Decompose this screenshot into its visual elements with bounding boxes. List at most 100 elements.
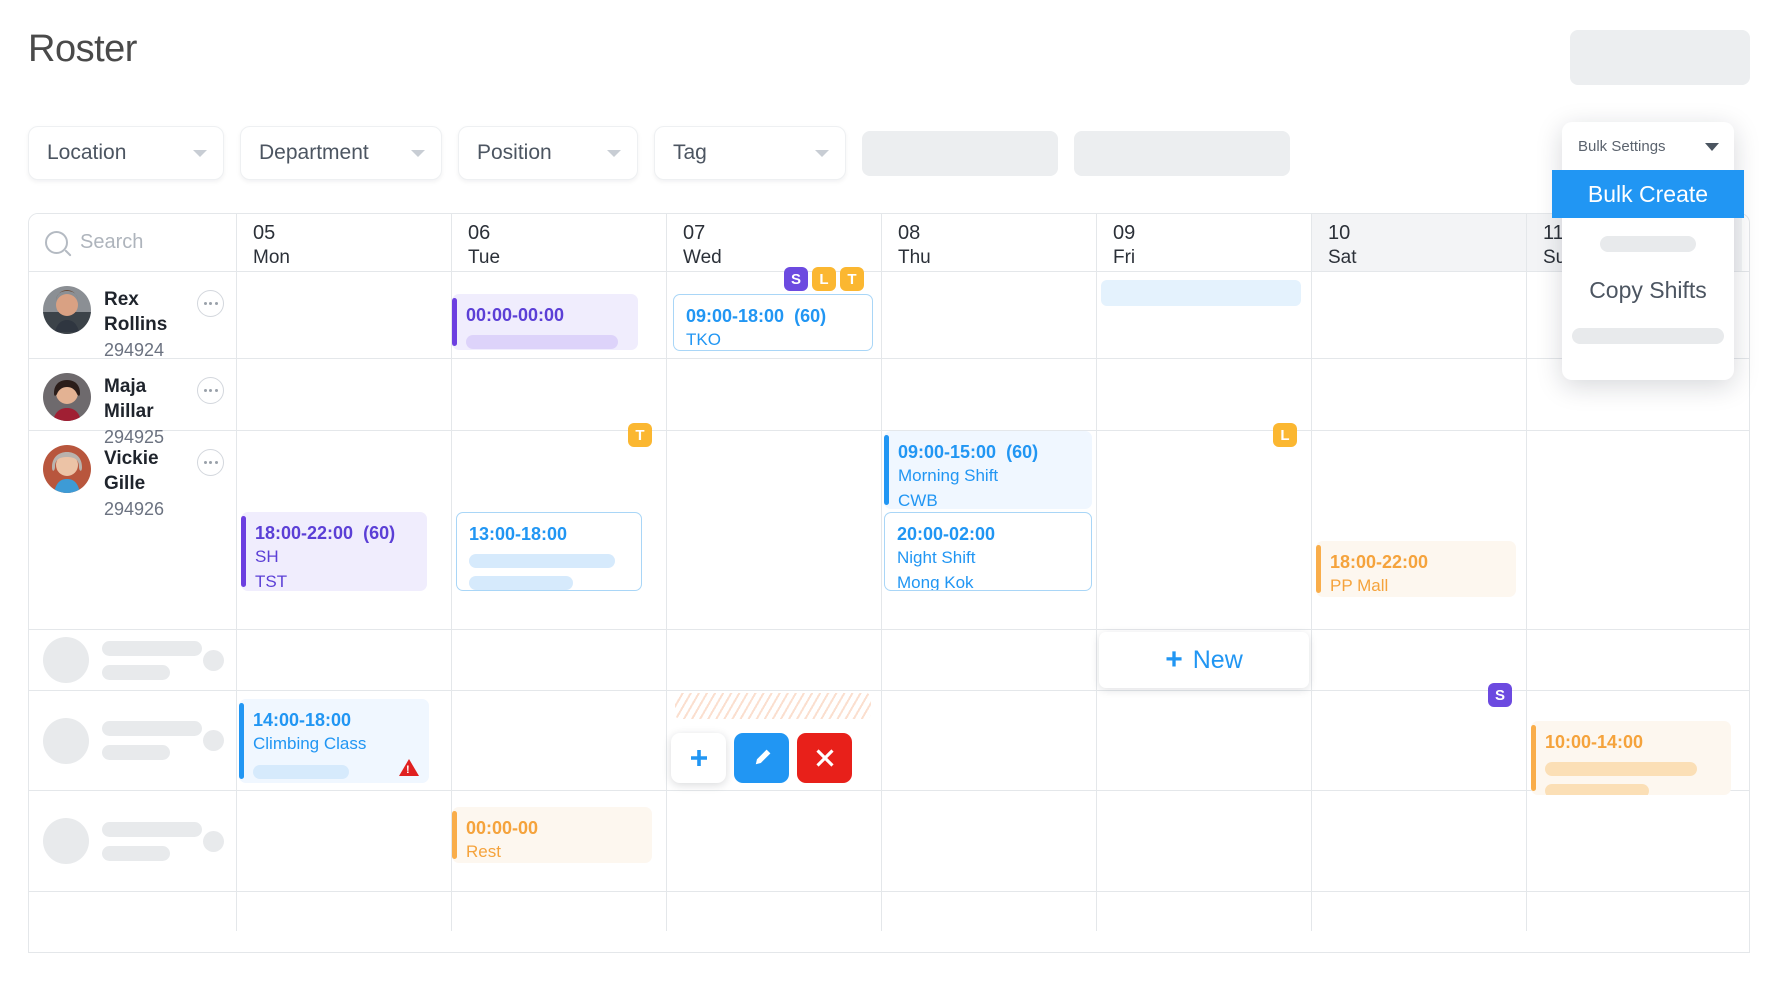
shift-color-bar	[452, 811, 457, 859]
bulk-settings-trigger[interactable]: Bulk Settings	[1562, 122, 1734, 170]
shift-cell-thu[interactable]: 09:00-15:00 (60) Morning Shift CWB 20:00-…	[882, 431, 1097, 629]
shift-cell-sat[interactable]	[1312, 272, 1527, 358]
shift-card[interactable]: 00:00-00 Rest	[452, 807, 652, 863]
shift-cell-tue[interactable]: 00:00-00 Rest	[452, 791, 667, 891]
shift-time: 09:00-15:00 (60)	[898, 440, 1082, 464]
shift-card[interactable]: 09:00-15:00 (60) Morning Shift CWB	[884, 431, 1092, 509]
shift-cell-wed[interactable]	[667, 630, 882, 690]
add-shift-button[interactable]	[671, 733, 726, 783]
shift-cell-sat[interactable]: S	[1312, 683, 1527, 790]
shift-cell-wed[interactable]	[667, 691, 882, 790]
shift-cell-mon[interactable]	[237, 791, 452, 891]
shift-cell-sat[interactable]	[1312, 892, 1527, 931]
shift-cell-sun[interactable]	[1527, 892, 1742, 931]
shift-cell-wed[interactable]	[667, 892, 882, 931]
shift-cell-thu[interactable]	[882, 630, 1097, 690]
new-shift-button[interactable]: + New	[1099, 632, 1309, 688]
shift-cell-fri[interactable]	[1097, 691, 1312, 790]
shift-cell-mon[interactable]	[237, 272, 452, 358]
shift-line-1: Morning Shift	[898, 466, 999, 486]
filter-department[interactable]: Department	[240, 126, 442, 180]
employee-name: Vickie Gille	[104, 448, 159, 494]
avatar	[43, 373, 91, 421]
shift-cell-fri[interactable]: L	[1097, 423, 1312, 629]
employee-cell-rex-rollins[interactable]: Rex Rollins 294924	[29, 272, 237, 360]
shift-cell-fri[interactable]	[1097, 892, 1312, 931]
menu-item-copy-shifts[interactable]: Copy Shifts	[1562, 270, 1734, 310]
filter-position[interactable]: Position	[458, 126, 638, 180]
shift-cell-thu[interactable]	[882, 359, 1097, 430]
filter-location[interactable]: Location	[28, 126, 224, 180]
shift-cell-thu[interactable]	[882, 791, 1097, 891]
shift-cell-mon[interactable]: 14:00-18:00 Climbing Class	[237, 691, 452, 790]
shift-cell-wed[interactable]	[667, 791, 882, 891]
shift-cell-tue[interactable]: 00:00-00:00	[452, 272, 667, 358]
shift-card[interactable]: 18:00-22:00 PP Mall	[1316, 541, 1516, 597]
employee-id: 294926	[104, 499, 165, 520]
shift-cell-sun[interactable]	[1527, 791, 1742, 891]
search-cell[interactable]: Search	[29, 214, 237, 271]
employee-cell-maja-millar[interactable]: Maja Millar 294925	[29, 359, 237, 447]
shift-cell-tue[interactable]	[452, 359, 667, 430]
shift-cell-mon[interactable]	[237, 359, 452, 430]
shift-cell-sat[interactable]	[1312, 791, 1527, 891]
shift-cell-wed[interactable]: S L T 09:00-18:00 (60) TKO	[667, 267, 882, 358]
shift-card[interactable]: 10:00-14:00	[1531, 721, 1731, 795]
menu-item-bulk-create[interactable]: Bulk Create	[1552, 170, 1744, 218]
badge-t[interactable]: T	[628, 423, 652, 447]
shift-skeleton-line	[469, 576, 573, 590]
unavailable-hatch-block	[675, 693, 871, 719]
shift-cell-tue[interactable]	[452, 892, 667, 931]
shift-cell-sun[interactable]	[1527, 431, 1742, 629]
filter-tag[interactable]: Tag	[654, 126, 846, 180]
day-name: Sat	[1328, 247, 1357, 268]
shift-cell-thu[interactable]	[882, 272, 1097, 358]
shift-cell-tue[interactable]	[452, 691, 667, 790]
badge-s[interactable]: S	[1488, 683, 1512, 707]
shift-cell-thu[interactable]	[882, 691, 1097, 790]
shift-card[interactable]: 00:00-00:00	[452, 294, 638, 350]
search-input[interactable]: Search	[80, 231, 143, 254]
shift-card[interactable]: 13:00-18:00	[456, 512, 642, 591]
shift-cell-fri[interactable]: + New	[1097, 630, 1312, 690]
employee-cell-vickie-gille[interactable]: Vickie Gille 294926	[29, 431, 237, 629]
shift-cell-tue[interactable]	[452, 630, 667, 690]
shift-cell-sat[interactable]	[1312, 359, 1527, 430]
shift-cell-mon[interactable]	[237, 892, 452, 931]
shift-card[interactable]: 09:00-18:00 (60) TKO	[673, 294, 873, 351]
badge-l[interactable]: L	[812, 267, 836, 291]
shift-cell-mon[interactable]: 18:00-22:00 (60) SH TST	[237, 431, 452, 629]
shift-cell-fri[interactable]	[1097, 791, 1312, 891]
shift-card[interactable]: 18:00-22:00 (60) SH TST	[241, 512, 427, 591]
shift-cell-mon[interactable]	[237, 630, 452, 690]
badge-l[interactable]: L	[1273, 423, 1297, 447]
warning-icon	[399, 759, 419, 776]
employee-cell-placeholder	[29, 791, 237, 891]
shift-cell-fri[interactable]	[1097, 359, 1312, 430]
shift-cell-sun[interactable]	[1527, 630, 1742, 690]
shift-card[interactable]: 20:00-02:00 Night Shift Mong Kok	[884, 512, 1092, 591]
badge-s[interactable]: S	[784, 267, 808, 291]
shift-cell-wed[interactable]	[667, 431, 882, 629]
badge-t[interactable]: T	[840, 267, 864, 291]
shift-cell-thu[interactable]	[882, 892, 1097, 931]
shift-cell-wed[interactable]	[667, 359, 882, 430]
shift-duration: (60)	[363, 523, 396, 543]
shift-cell-fri[interactable]	[1097, 272, 1312, 358]
day-number: 10	[1328, 222, 1351, 244]
more-options-icon[interactable]	[197, 290, 224, 317]
shift-color-bar	[1316, 545, 1321, 593]
edit-shift-button[interactable]	[734, 733, 789, 783]
shift-cell-sat[interactable]: 18:00-22:00 PP Mall	[1312, 431, 1527, 629]
shift-cell-sun[interactable]: 10:00-14:00	[1527, 691, 1742, 795]
shift-card[interactable]: 14:00-18:00 Climbing Class	[239, 699, 429, 783]
shift-cell-sat[interactable]	[1312, 630, 1527, 690]
shift-cell-tue[interactable]: T 13:00-18:00	[452, 423, 667, 629]
more-options-icon[interactable]	[197, 377, 224, 404]
more-options-icon[interactable]	[197, 449, 224, 476]
day-number: 06	[468, 222, 491, 244]
delete-shift-button[interactable]	[797, 733, 852, 783]
day-header-fri: 09 Fri	[1097, 214, 1312, 271]
chevron-down-icon	[607, 150, 621, 157]
employee-skeleton	[29, 791, 236, 891]
